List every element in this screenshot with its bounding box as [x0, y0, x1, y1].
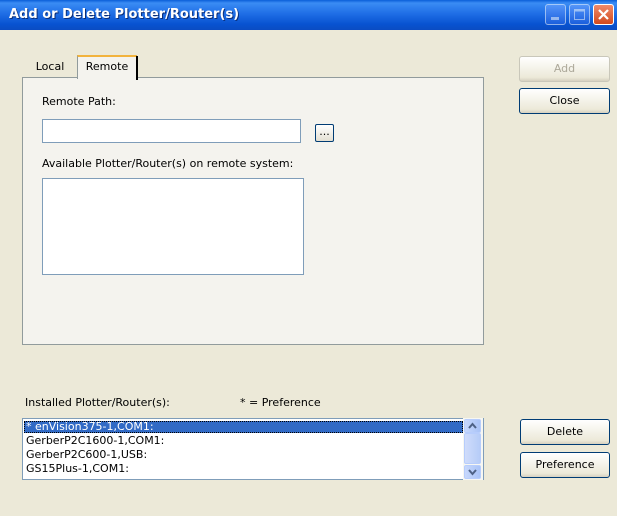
list-item[interactable]: GS15Plus-1,COM1: [24, 463, 463, 475]
minimize-icon [551, 17, 559, 20]
scroll-down-arrow-icon [468, 469, 477, 476]
browse-button[interactable]: ... [315, 124, 334, 142]
maximize-icon [574, 9, 585, 20]
maximize-button[interactable] [569, 4, 590, 25]
scroll-thumb[interactable] [464, 433, 481, 464]
close-window-button[interactable] [593, 4, 614, 25]
list-item[interactable]: GerberP2C1600-1,COM1: [24, 435, 463, 447]
preference-button[interactable]: Preference [520, 452, 610, 478]
list-item[interactable]: * enVision375-1,COM1: [24, 421, 463, 433]
dialog-window: Add or Delete Plotter/Router(s) Local Re… [0, 0, 617, 516]
installed-plotters-list[interactable]: * enVision375-1,COM1: GerberP2C1600-1,CO… [22, 418, 484, 480]
add-button[interactable]: Add [519, 56, 610, 82]
tab-local[interactable]: Local [26, 57, 74, 79]
preference-note: * = Preference [240, 396, 321, 409]
installed-plotters-label: Installed Plotter/Router(s): [25, 396, 170, 409]
scroll-up-button[interactable] [464, 419, 481, 433]
preference-button-label: Preference [535, 458, 595, 471]
minimize-button[interactable] [545, 4, 566, 25]
available-plotters-label: Available Plotter/Router(s) on remote sy… [42, 157, 294, 170]
available-plotters-list[interactable] [42, 178, 304, 275]
browse-button-label: ... [319, 125, 330, 138]
installed-list-scrollbar[interactable] [463, 418, 483, 480]
list-item[interactable]: GerberP2C600-1,USB: [24, 449, 463, 461]
close-icon [598, 9, 609, 20]
add-button-label: Add [553, 62, 576, 75]
scroll-down-button[interactable] [464, 465, 481, 479]
tab-remote-label: Remote [85, 60, 129, 73]
title-bar[interactable]: Add or Delete Plotter/Router(s) [0, 0, 617, 30]
delete-button[interactable]: Delete [520, 419, 610, 445]
remote-path-label: Remote Path: [42, 95, 116, 108]
delete-button-label: Delete [546, 425, 584, 438]
scroll-up-arrow-icon [468, 422, 477, 429]
remote-tab-panel: Remote Path: ... Available Plotter/Route… [22, 77, 484, 345]
tab-remote[interactable]: Remote [77, 55, 138, 80]
window-title: Add or Delete Plotter/Router(s) [9, 7, 240, 22]
remote-path-input[interactable] [42, 119, 301, 143]
tab-local-label: Local [35, 60, 65, 73]
close-button[interactable]: Close [519, 88, 610, 114]
close-button-label: Close [549, 94, 580, 107]
